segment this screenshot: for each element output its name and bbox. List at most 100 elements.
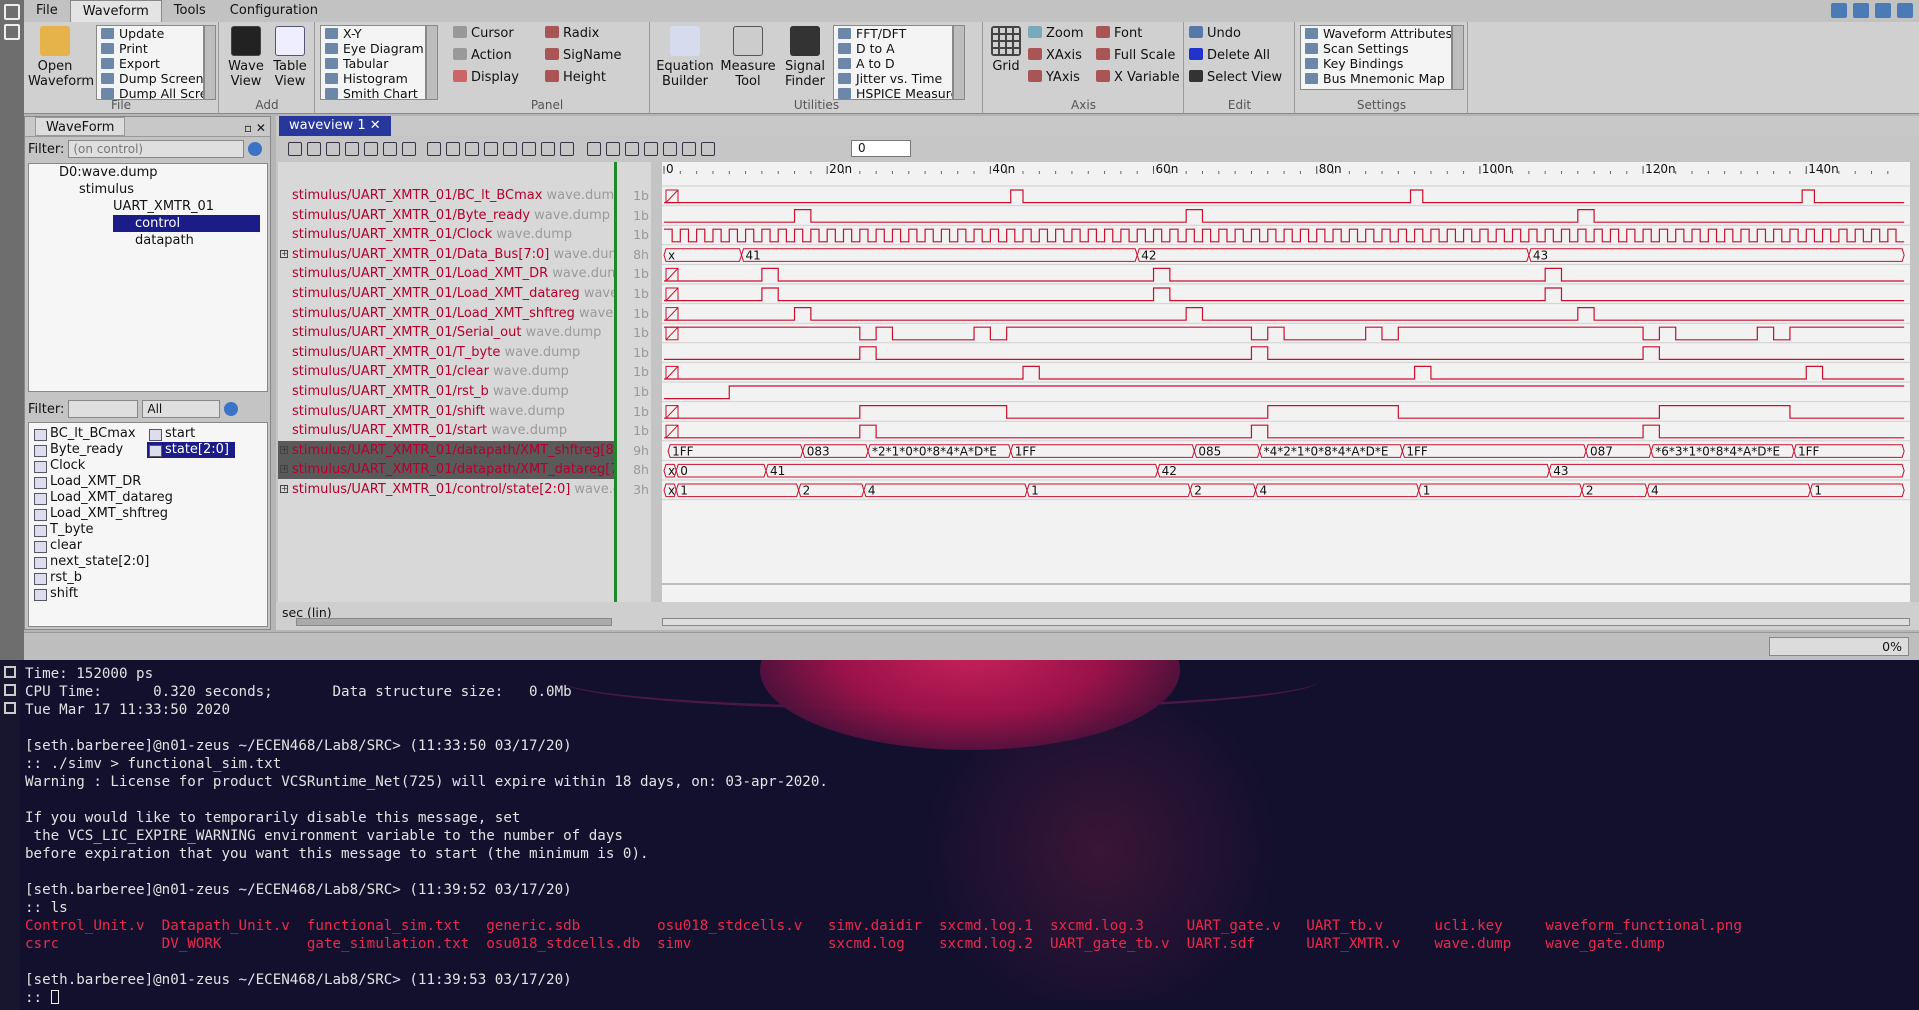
- display-menu[interactable]: Display: [453, 69, 519, 87]
- tab-waveview-1[interactable]: waveview 1 ✕: [279, 116, 391, 136]
- signame-menu[interactable]: SigName: [545, 47, 621, 65]
- wave-tool-icon[interactable]: [587, 142, 601, 156]
- tree-node-datapath[interactable]: datapath: [135, 232, 194, 249]
- signal-item[interactable]: Byte_ready: [32, 442, 123, 458]
- x-variable-button[interactable]: X Variable: [1096, 69, 1180, 87]
- refresh-icon[interactable]: [1831, 3, 1847, 18]
- view-list-scrollbar[interactable]: [426, 25, 438, 100]
- terminal-input-line[interactable]: ::: [25, 989, 1742, 1007]
- histogram-item[interactable]: Histogram: [321, 71, 425, 86]
- signal-row-name[interactable]: + stimulus/UART_XMTR_01/datapath/XMT_shft…: [278, 440, 614, 460]
- wave-tool-icon[interactable]: [364, 142, 378, 156]
- waveform-canvas[interactable]: 0 20n 40n 60n 80n 100n 120n 140n x 41 42 43 1FF 083 *2…: [662, 162, 1910, 602]
- signal-row-name[interactable]: stimulus/UART_XMTR_01/T_byte wave.dump: [278, 343, 614, 362]
- signal-row-name[interactable]: stimulus/UART_XMTR_01/Load_XMT_DR wave.d…: [278, 264, 614, 283]
- zoom-menu[interactable]: Zoom: [1028, 25, 1083, 43]
- menu-waveform[interactable]: Waveform: [69, 0, 162, 22]
- signal-item[interactable]: start: [147, 426, 195, 442]
- undo-button[interactable]: Undo: [1189, 25, 1241, 43]
- signal-type-select[interactable]: All: [142, 400, 221, 418]
- menu-file[interactable]: File: [24, 0, 70, 22]
- waveform-attributes-item[interactable]: Waveform Attributes: [1301, 26, 1451, 41]
- signal-row-name[interactable]: stimulus/UART_XMTR_01/Serial_out wave.du…: [278, 323, 614, 342]
- wave-tool-icon[interactable]: [625, 142, 639, 156]
- wave-tool-icon[interactable]: [644, 142, 658, 156]
- signal-row-name[interactable]: + stimulus/UART_XMTR_01/datapath/XMT_data…: [278, 460, 614, 480]
- x-value-input[interactable]: 0: [851, 140, 911, 157]
- tabular-item[interactable]: Tabular: [321, 56, 425, 71]
- expand-icon[interactable]: +: [280, 249, 288, 258]
- wave-tool-icon[interactable]: [427, 142, 441, 156]
- table-view-button[interactable]: Table View: [270, 26, 310, 89]
- eye-diagram-item[interactable]: Eye Diagram: [321, 41, 425, 56]
- pane-buttons[interactable]: ▫ ✕: [244, 119, 266, 138]
- signal-row-name[interactable]: stimulus/UART_XMTR_01/Clock wave.dump: [278, 225, 614, 244]
- close-icon[interactable]: [4, 4, 20, 20]
- wave-tool-icon[interactable]: [663, 142, 677, 156]
- wave-tool-icon[interactable]: [402, 142, 416, 156]
- measure-tool-button[interactable]: Measure Tool: [719, 26, 777, 89]
- move-icon[interactable]: [4, 702, 16, 714]
- filter2-apply-icon[interactable]: [224, 402, 239, 416]
- signal-filter-input[interactable]: [68, 400, 139, 418]
- wave-tool-icon[interactable]: [503, 142, 517, 156]
- signal-row-name[interactable]: stimulus/UART_XMTR_01/Load_XMT_datareg w…: [278, 284, 614, 303]
- signal-item[interactable]: T_byte: [32, 522, 93, 538]
- height-menu[interactable]: Height: [545, 69, 606, 87]
- signal-row-name[interactable]: stimulus/UART_XMTR_01/shift wave.dump: [278, 402, 614, 421]
- equation-builder-button[interactable]: Equation Builder: [653, 26, 717, 89]
- waveform-tab[interactable]: WaveForm: [35, 117, 126, 136]
- wave-tool-icon[interactable]: [345, 142, 359, 156]
- filter-apply-icon[interactable]: [248, 142, 263, 156]
- signal-row-name[interactable]: stimulus/UART_XMTR_01/Byte_ready wave.du…: [278, 206, 614, 225]
- signal-row-name[interactable]: stimulus/UART_XMTR_01/clear wave.dump: [278, 362, 614, 381]
- settings-list-scrollbar[interactable]: [1452, 25, 1464, 90]
- signal-row-name[interactable]: stimulus/UART_XMTR_01/rst_b wave.dump: [278, 382, 614, 401]
- tree-node-control[interactable]: control: [113, 215, 261, 232]
- signal-item[interactable]: Clock: [32, 458, 85, 474]
- signal-row-name[interactable]: + stimulus/UART_XMTR_01/control/state[2:0…: [278, 480, 614, 499]
- terminal-window[interactable]: Time: 152000 ps CPU Time: 0.320 seconds; …: [0, 660, 1919, 1010]
- wave-tool-icon[interactable]: [326, 142, 340, 156]
- fft-item[interactable]: FFT/DFT: [834, 26, 952, 41]
- signal-item[interactable]: BC_lt_BCmax: [32, 426, 136, 442]
- menu-tools[interactable]: Tools: [162, 0, 218, 22]
- wave-tool-icon[interactable]: [682, 142, 696, 156]
- wave-tool-icon[interactable]: [484, 142, 498, 156]
- move-icon[interactable]: [4, 24, 20, 40]
- file-list-scrollbar[interactable]: [204, 25, 216, 100]
- xy-item[interactable]: X-Y: [321, 26, 425, 41]
- wave-tool-icon[interactable]: [307, 142, 321, 156]
- info-icon[interactable]: [1897, 3, 1913, 18]
- delete-all-button[interactable]: Delete All: [1189, 47, 1270, 65]
- time-scrollbar[interactable]: [662, 618, 1910, 626]
- scan-settings-item[interactable]: Scan Settings: [1301, 41, 1451, 56]
- expand-icon[interactable]: +: [280, 485, 288, 493]
- smith-chart-item[interactable]: Smith Chart: [321, 86, 425, 99]
- signal-item[interactable]: next_state[2:0]: [32, 554, 149, 570]
- tile-icon[interactable]: [4, 684, 16, 696]
- cursor-menu[interactable]: Cursor: [453, 25, 514, 43]
- signal-item[interactable]: Load_XMT_shftreg: [32, 506, 168, 522]
- wave-tool-icon[interactable]: [288, 142, 302, 156]
- d-to-a-item[interactable]: D to A: [834, 41, 952, 56]
- close-icon[interactable]: [4, 666, 16, 678]
- wave-view-button[interactable]: Wave View: [226, 26, 266, 89]
- wave-tool-icon[interactable]: [446, 142, 460, 156]
- grid-button[interactable]: Grid: [986, 26, 1026, 74]
- signal-finder-button[interactable]: Signal Finder: [779, 26, 831, 89]
- signal-item[interactable]: rst_b: [32, 570, 82, 586]
- a-to-d-item[interactable]: A to D: [834, 56, 952, 71]
- update-item[interactable]: Update: [97, 26, 203, 41]
- radix-menu[interactable]: Radix: [545, 25, 599, 43]
- print-item[interactable]: Print: [97, 41, 203, 56]
- menu-configuration[interactable]: Configuration: [218, 0, 330, 22]
- utility-list-scrollbar[interactable]: [953, 25, 965, 100]
- yaxis-menu[interactable]: YAxis: [1028, 69, 1080, 87]
- tree-filter-input[interactable]: (on control): [68, 140, 245, 158]
- signal-row-name[interactable]: stimulus/UART_XMTR_01/Load_XMT_shftreg w…: [278, 304, 614, 323]
- signal-row-name[interactable]: stimulus/UART_XMTR_01/BC_lt_BCmax wave.d…: [278, 186, 614, 205]
- layout-icon[interactable]: [1853, 3, 1869, 18]
- signal-row-name[interactable]: + stimulus/UART_XMTR_01/Data_Bus[7:0] wav…: [278, 245, 614, 264]
- signal-item[interactable]: shift: [32, 586, 78, 602]
